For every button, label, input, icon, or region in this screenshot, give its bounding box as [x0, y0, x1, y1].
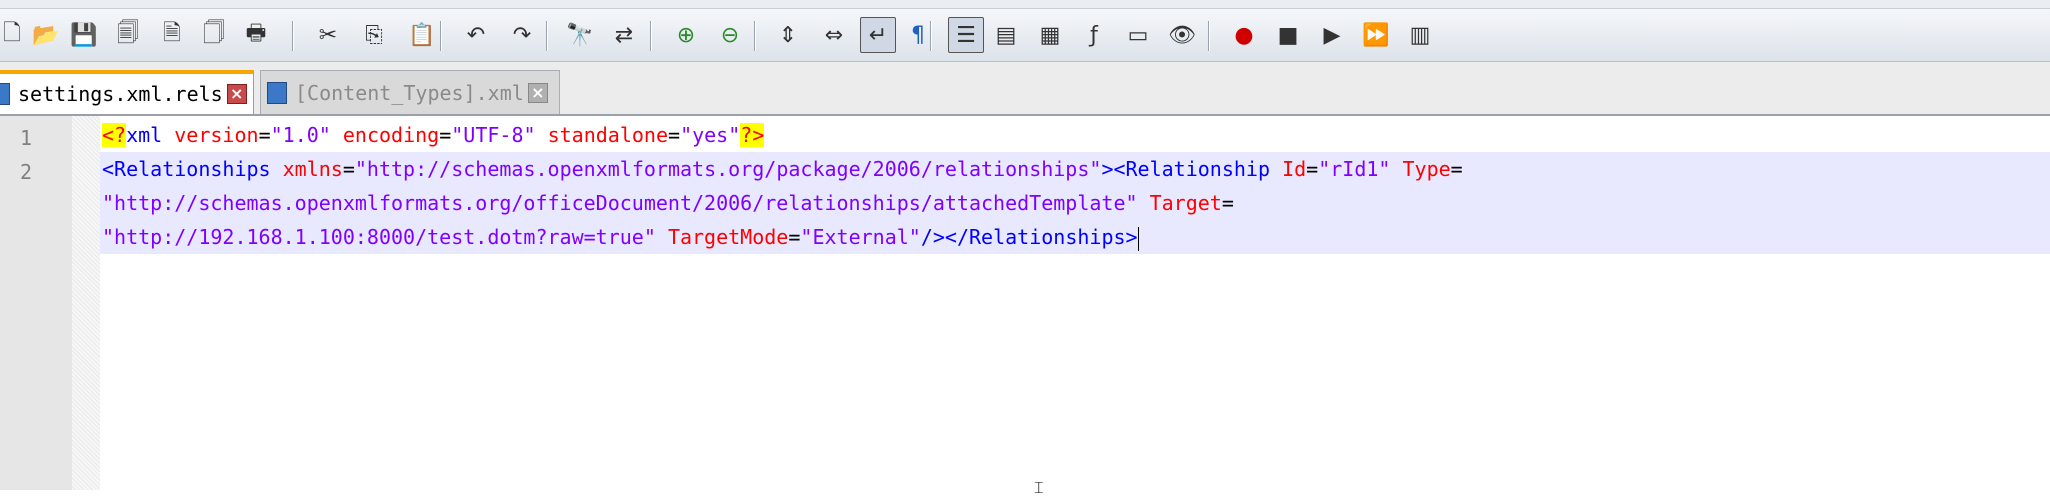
- text-caret: [1137, 226, 1139, 251]
- code-line-2-part-1: <Relationships xmlns="http://schemas.ope…: [102, 157, 1463, 181]
- monitoring-icon[interactable]: 👁: [1164, 17, 1200, 53]
- fold-margin[interactable]: [72, 116, 100, 490]
- mouse-ibeam-cursor: ⌶: [1034, 478, 1044, 497]
- toolbar-separator: [440, 21, 442, 51]
- replace-icon[interactable]: ⇄: [606, 17, 642, 53]
- sync-vertical-icon[interactable]: ⇕: [770, 17, 806, 53]
- toolbar-separator: [1208, 21, 1210, 51]
- undo-icon[interactable]: ↶: [458, 17, 494, 53]
- paste-icon[interactable]: 📋: [404, 17, 440, 53]
- saved-file-icon: [0, 83, 10, 105]
- open-file-icon[interactable]: 📂: [28, 17, 64, 53]
- folder-workspace-icon[interactable]: ▭: [1120, 17, 1156, 53]
- macro-stop-icon[interactable]: ■: [1270, 17, 1306, 53]
- show-all-chars-icon[interactable]: ¶: [900, 17, 936, 53]
- cut-icon[interactable]: ✂: [310, 17, 346, 53]
- document-map-icon[interactable]: ▦: [1032, 17, 1068, 53]
- close-tab-icon[interactable]: ×: [527, 82, 548, 103]
- tab-label: [Content_Types].xml: [295, 80, 524, 105]
- code-line-1: <?xml version="1.0" encoding="UTF-8" sta…: [102, 123, 765, 147]
- close-icon[interactable]: 🗎: [154, 17, 190, 53]
- print-icon[interactable]: 🖶: [238, 17, 274, 53]
- tab-label: settings.xml.rels: [18, 82, 223, 106]
- tab-bar: settings.xml.rels × [Content_Types].xml …: [0, 62, 2050, 116]
- user-language-icon[interactable]: ▤: [988, 17, 1024, 53]
- toolbar-separator: [650, 21, 652, 51]
- indent-guide-icon[interactable]: ☰: [948, 17, 984, 53]
- saved-file-icon: [267, 81, 287, 104]
- macro-record-icon[interactable]: ●: [1226, 17, 1262, 53]
- macro-save-icon[interactable]: ▥: [1402, 17, 1438, 53]
- code-editor[interactable]: 1 2 <?xml version="1.0" encoding="UTF-8"…: [0, 116, 2050, 490]
- new-file-icon[interactable]: 🗋: [0, 17, 30, 53]
- tab-settings-xml-rels[interactable]: settings.xml.rels ×: [0, 70, 254, 114]
- code-line-2-part-3: "http://192.168.1.100:8000/test.dotm?raw…: [102, 225, 1139, 251]
- close-tab-icon[interactable]: ×: [226, 84, 247, 104]
- sync-horizontal-icon[interactable]: ⇔: [816, 17, 852, 53]
- line-number-gutter: 1 2: [0, 116, 72, 490]
- line-number: 2: [20, 160, 33, 184]
- redo-icon[interactable]: ↷: [504, 17, 540, 53]
- tab-content-types-xml[interactable]: [Content_Types].xml ×: [260, 70, 560, 114]
- save-all-icon[interactable]: 🗐: [110, 17, 146, 53]
- function-list-icon[interactable]: ƒ: [1076, 17, 1112, 53]
- zoom-in-icon[interactable]: ⊕: [668, 17, 704, 53]
- close-all-icon[interactable]: 🗍: [196, 17, 232, 53]
- save-icon[interactable]: 💾: [66, 17, 102, 53]
- macro-run-multiple-icon[interactable]: ⏩: [1358, 17, 1394, 53]
- toolbar-separator: [292, 21, 294, 51]
- code-line-2-part-2: "http://schemas.openxmlformats.org/offic…: [102, 191, 1234, 215]
- macro-play-icon[interactable]: ▶: [1314, 17, 1350, 53]
- copy-icon[interactable]: ⎘: [356, 17, 392, 53]
- zoom-out-icon[interactable]: ⊖: [712, 17, 748, 53]
- word-wrap-icon[interactable]: ↵: [860, 17, 896, 53]
- main-toolbar: 🗋 📂 💾 🗐 🗎 🗍 🖶 ✂ ⎘ 📋 ↶ ↷ 🔭 ⇄ ⊕ ⊖ ⇕ ⇔ ↵ ¶ ☰ ▤ ▦ ƒ ▭ 👁 ● ■ ▶ ⏩ ▥: [0, 9, 2050, 62]
- toolbar-separator: [546, 21, 548, 51]
- find-icon[interactable]: 🔭: [562, 17, 598, 53]
- line-number: 1: [20, 126, 33, 150]
- toolbar-separator: [754, 21, 756, 51]
- menu-strip-edge: [0, 0, 2050, 9]
